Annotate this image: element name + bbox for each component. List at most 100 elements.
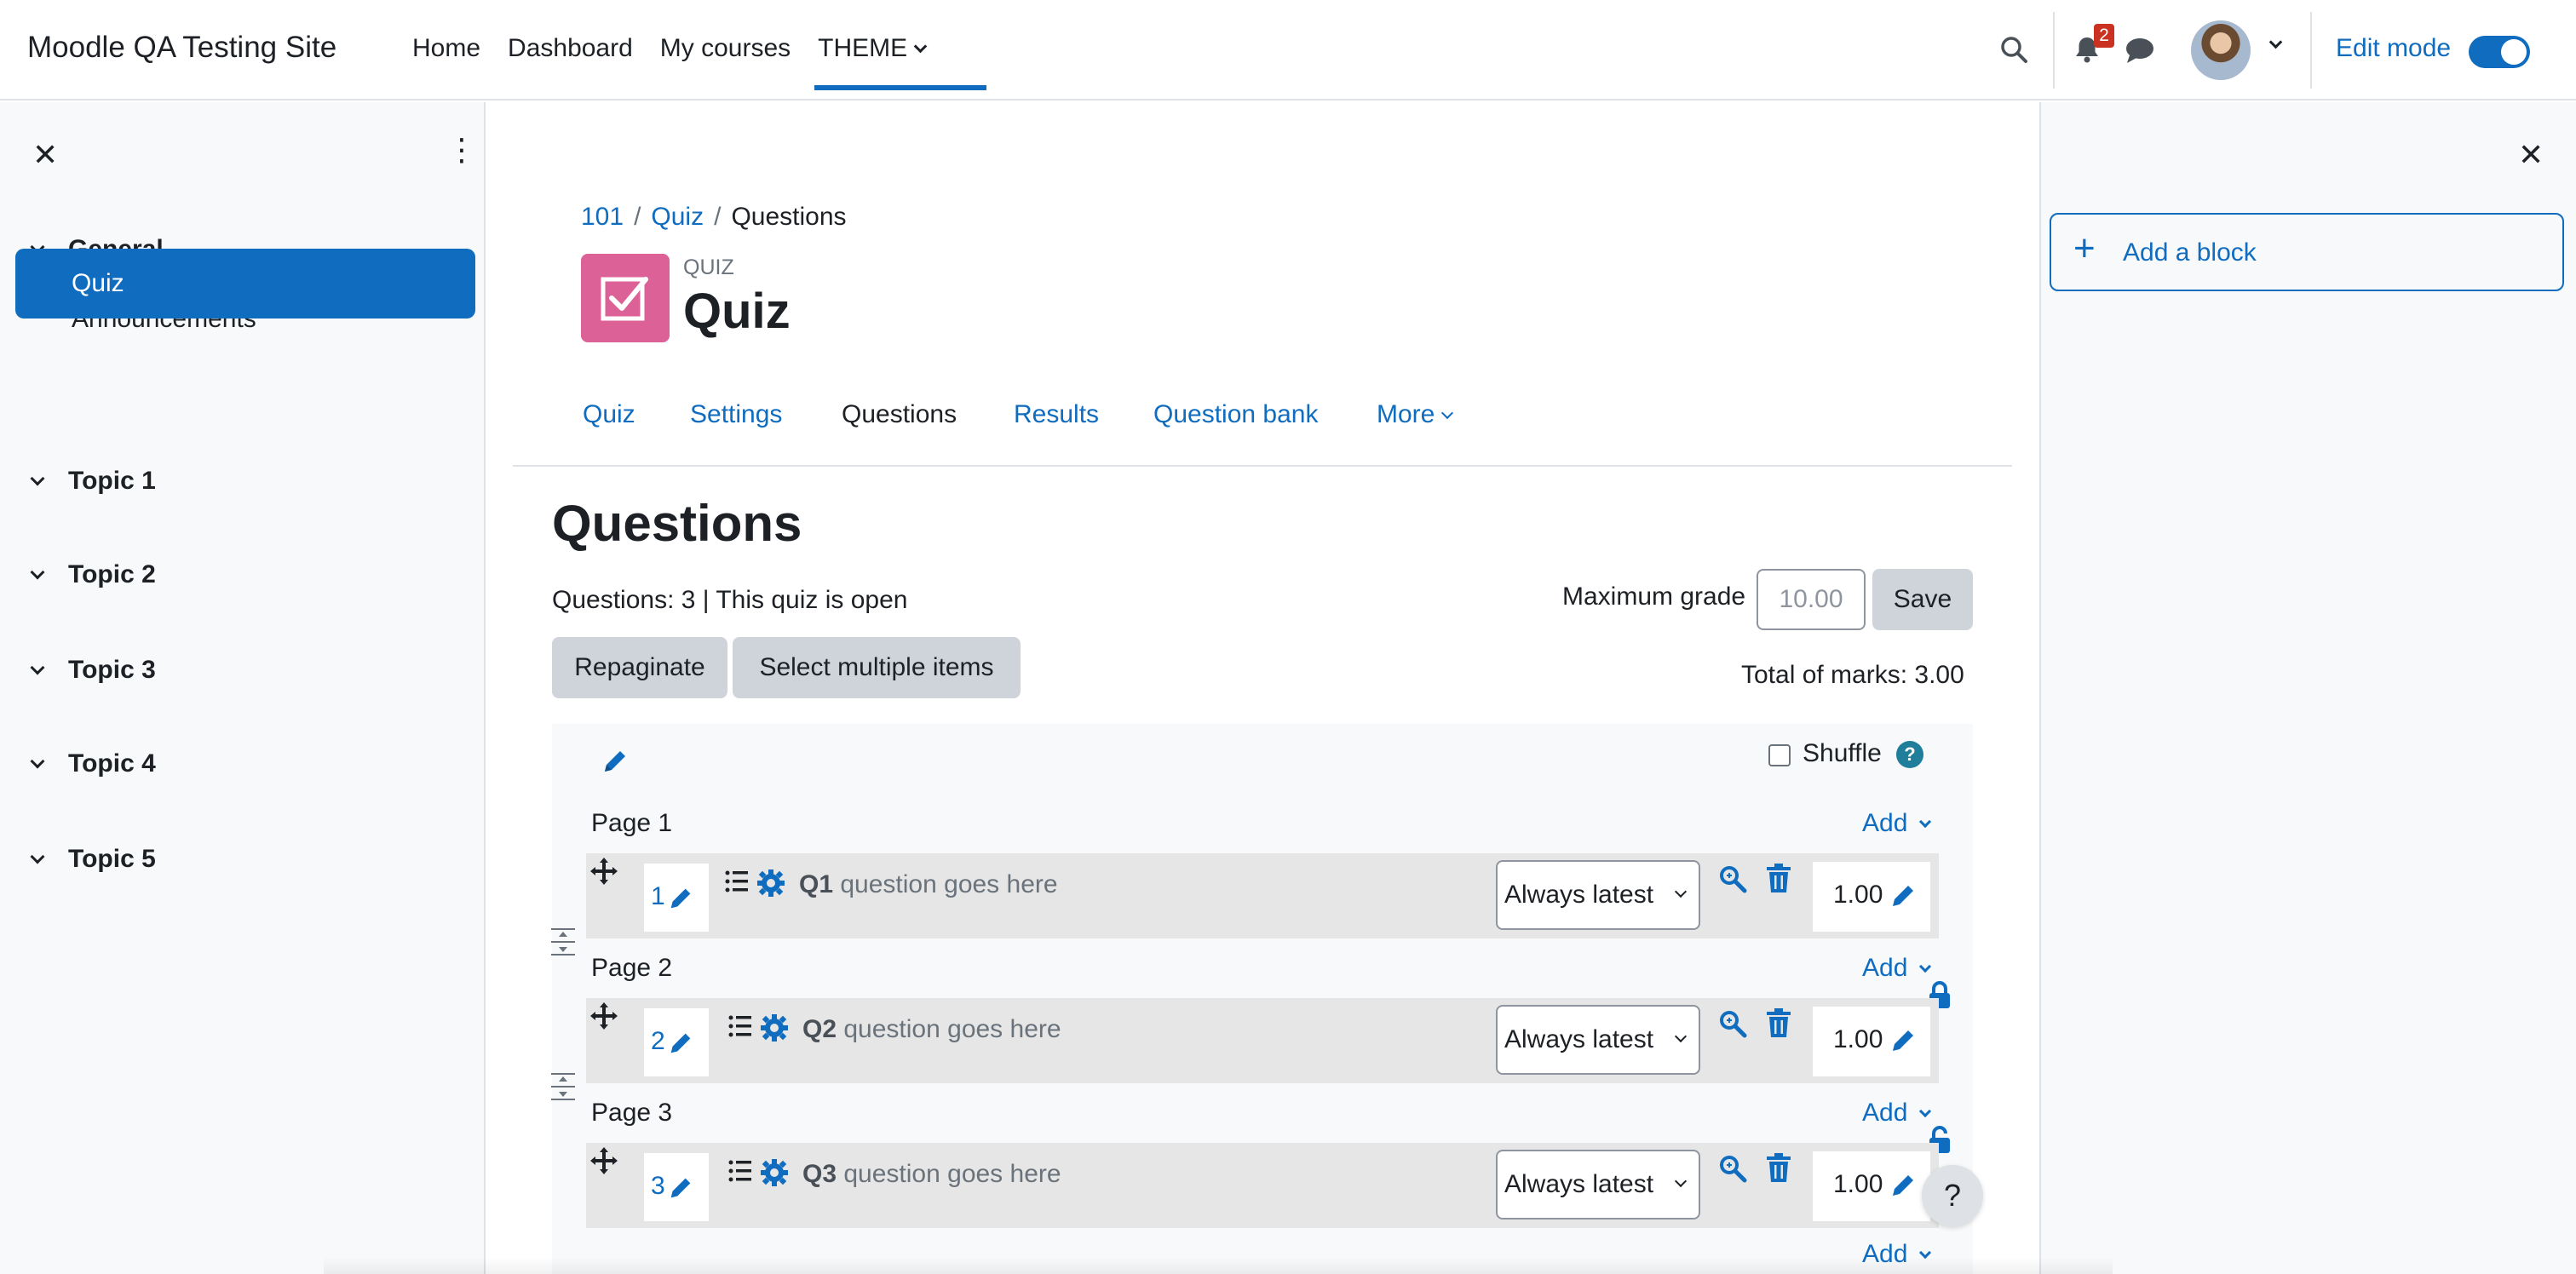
slot-number[interactable]: 3 bbox=[644, 1153, 709, 1221]
messages-icon[interactable] bbox=[2125, 36, 2155, 65]
delete-trash-icon[interactable] bbox=[1765, 1008, 1792, 1039]
nav-dashboard[interactable]: Dashboard bbox=[508, 34, 633, 63]
edit-slot-number-icon bbox=[670, 1033, 691, 1053]
nav-home[interactable]: Home bbox=[412, 34, 480, 63]
breadcrumb-quiz[interactable]: Quiz bbox=[651, 203, 704, 231]
quiz-status: Questions: 3 | This quiz is open bbox=[552, 586, 908, 614]
add-block-button[interactable]: + Add a block bbox=[2050, 213, 2564, 291]
tab-quiz[interactable]: Quiz bbox=[583, 400, 635, 429]
chevron-down-icon bbox=[1441, 406, 1454, 420]
gear-icon[interactable] bbox=[760, 1158, 789, 1187]
user-avatar[interactable] bbox=[2191, 20, 2251, 80]
nav-theme-label: THEME bbox=[818, 34, 908, 62]
breadcrumb-course[interactable]: 101 bbox=[581, 203, 624, 231]
shuffle-help-icon[interactable]: ? bbox=[1896, 741, 1923, 768]
course-section-topic-1[interactable]: Topic 1 bbox=[30, 467, 156, 496]
breadcrumb-current: Questions bbox=[731, 203, 847, 231]
tab-settings[interactable]: Settings bbox=[690, 400, 782, 429]
tab-questions[interactable]: Questions bbox=[842, 400, 957, 429]
chevron-down-icon bbox=[30, 565, 45, 580]
search-icon[interactable] bbox=[1998, 34, 2029, 65]
course-section-topic-4[interactable]: Topic 4 bbox=[30, 749, 156, 778]
max-mark-field[interactable]: 1.00 bbox=[1813, 1151, 1930, 1221]
top-navbar: Moodle QA Testing Site Home Dashboard My… bbox=[0, 0, 2576, 100]
chevron-down-icon bbox=[1919, 960, 1932, 973]
course-section-topic-5[interactable]: Topic 5 bbox=[30, 845, 156, 874]
edit-slot-number-icon bbox=[670, 888, 691, 909]
add-menu-page-1[interactable]: Add bbox=[1862, 809, 1932, 838]
question-type-list-icon bbox=[728, 1015, 751, 1037]
repaginate-button[interactable]: Repaginate bbox=[552, 637, 727, 698]
site-name[interactable]: Moodle QA Testing Site bbox=[27, 31, 336, 65]
navbar-divider bbox=[2053, 12, 2055, 89]
breadcrumb: 101/Quiz / Questions bbox=[581, 203, 847, 231]
preview-zoom-icon[interactable] bbox=[1717, 1153, 1748, 1184]
shuffle-checkbox[interactable] bbox=[1768, 744, 1791, 766]
course-section-topic-3[interactable]: Topic 3 bbox=[30, 656, 156, 685]
max-mark-field[interactable]: 1.00 bbox=[1813, 862, 1930, 932]
page-1-label: Page 1 bbox=[591, 809, 673, 837]
move-icon[interactable] bbox=[589, 1146, 618, 1175]
question-name-link[interactable]: Q2 question goes here bbox=[802, 1015, 1061, 1044]
chevron-down-icon bbox=[1674, 1030, 1688, 1043]
edit-mode-toggle[interactable] bbox=[2469, 36, 2530, 68]
chevron-down-icon bbox=[30, 754, 45, 769]
max-grade-input[interactable]: 10.00 bbox=[1757, 569, 1866, 630]
question-name-link[interactable]: Q1 question goes here bbox=[799, 870, 1058, 899]
plus-icon: + bbox=[2073, 227, 2096, 269]
question-type-list-icon bbox=[728, 1160, 751, 1182]
delete-trash-icon[interactable] bbox=[1765, 864, 1792, 894]
page-title: Quiz bbox=[683, 284, 791, 339]
chevron-down-icon bbox=[1674, 1174, 1688, 1188]
question-name-link[interactable]: Q3 question goes here bbox=[802, 1160, 1061, 1189]
close-block-drawer-icon[interactable]: ✕ bbox=[2518, 140, 2544, 170]
select-multiple-button[interactable]: Select multiple items bbox=[733, 637, 1021, 698]
gear-icon[interactable] bbox=[756, 869, 785, 898]
slot-number[interactable]: 2 bbox=[644, 1008, 709, 1076]
active-tab-indicator bbox=[814, 85, 986, 90]
secondary-navigation: Quiz Settings Questions Results Question… bbox=[513, 375, 2012, 467]
nav-theme-dropdown[interactable]: THEME bbox=[818, 34, 928, 63]
preview-zoom-icon[interactable] bbox=[1717, 1008, 1748, 1039]
move-icon[interactable] bbox=[589, 857, 618, 886]
gear-icon[interactable] bbox=[760, 1013, 789, 1042]
edit-mark-icon bbox=[1893, 1175, 1913, 1196]
tab-more[interactable]: More bbox=[1377, 400, 1454, 429]
delete-trash-icon[interactable] bbox=[1765, 1153, 1792, 1184]
nav-my-courses[interactable]: My courses bbox=[660, 34, 791, 63]
close-course-index-icon[interactable]: ✕ bbox=[32, 140, 58, 170]
max-grade-label: Maximum grade bbox=[1562, 582, 1746, 611]
help-button[interactable]: ? bbox=[1922, 1165, 1983, 1226]
chevron-down-icon bbox=[30, 471, 45, 486]
move-icon[interactable] bbox=[589, 1001, 618, 1030]
save-button[interactable]: Save bbox=[1872, 569, 1973, 630]
page-break-icon[interactable] bbox=[550, 927, 576, 957]
total-marks: Total of marks: 3.00 bbox=[1741, 661, 1964, 689]
page-break-icon[interactable] bbox=[550, 1071, 576, 1102]
edit-section-heading-icon[interactable] bbox=[600, 746, 630, 777]
activity-type-label: QUIZ bbox=[683, 255, 734, 279]
navbar-divider bbox=[2310, 12, 2312, 89]
chevron-down-icon bbox=[913, 39, 928, 54]
add-menu-page-2[interactable]: Add bbox=[1862, 954, 1932, 983]
chevron-down-icon bbox=[1674, 885, 1688, 898]
max-mark-field[interactable]: 1.00 bbox=[1813, 1007, 1930, 1076]
question-type-list-icon bbox=[725, 870, 748, 892]
kebab-menu-icon[interactable]: ⋮ bbox=[446, 135, 477, 165]
edit-mark-icon bbox=[1893, 1030, 1913, 1051]
slot-number[interactable]: 1 bbox=[644, 864, 709, 932]
question-version-select[interactable]: Always latest bbox=[1496, 860, 1700, 930]
question-version-select[interactable]: Always latest bbox=[1496, 1150, 1700, 1219]
tab-question-bank[interactable]: Question bank bbox=[1153, 400, 1318, 429]
edit-slot-number-icon bbox=[670, 1178, 691, 1198]
course-item-quiz-active[interactable]: Quiz bbox=[15, 249, 475, 318]
shuffle-label: Shuffle bbox=[1803, 739, 1882, 767]
chevron-down-icon bbox=[1919, 815, 1932, 829]
course-section-topic-2[interactable]: Topic 2 bbox=[30, 560, 156, 589]
tab-results[interactable]: Results bbox=[1014, 400, 1099, 429]
notification-count-badge: 2 bbox=[2094, 24, 2114, 48]
question-version-select[interactable]: Always latest bbox=[1496, 1005, 1700, 1075]
page-2-label: Page 2 bbox=[591, 954, 673, 982]
preview-zoom-icon[interactable] bbox=[1717, 864, 1748, 894]
add-menu-page-3[interactable]: Add bbox=[1862, 1099, 1932, 1128]
